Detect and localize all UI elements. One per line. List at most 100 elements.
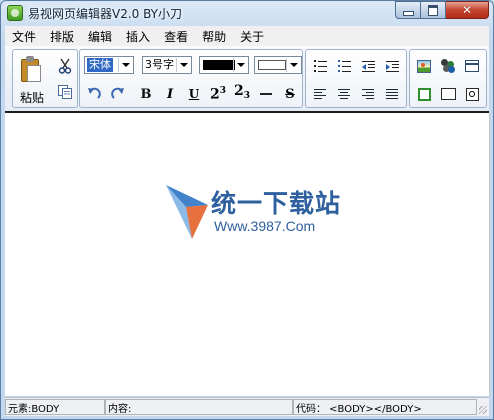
window-controls: ✕	[395, 1, 489, 20]
align-line	[366, 98, 374, 99]
clipboard-paper	[27, 65, 41, 82]
font-family-select[interactable]: 宋体	[84, 56, 134, 74]
align-line	[314, 95, 326, 96]
watermark-title: 统一下载站	[211, 189, 342, 218]
status-code: 代码： <BODY></BODY>	[293, 399, 477, 415]
indent-button[interactable]	[382, 56, 402, 76]
chevron-down-icon	[121, 63, 130, 67]
insert-image-icon	[417, 59, 431, 73]
align-line	[386, 89, 398, 90]
indent-line	[385, 60, 399, 62]
subscript-button[interactable]: 23	[232, 82, 252, 102]
font-family-dropdown-arrow	[118, 58, 132, 72]
superscript-base: 2	[209, 86, 220, 103]
paste-button-label[interactable]: 粘贴	[20, 89, 44, 106]
font-family-value: 宋体	[87, 58, 113, 72]
list-bullet	[337, 70, 340, 72]
clipboard-clip	[26, 56, 34, 62]
menu-view[interactable]: 查看	[157, 28, 195, 45]
redo-button[interactable]	[108, 84, 128, 104]
align-line	[362, 95, 374, 96]
indent-line	[361, 70, 375, 72]
cut-icon	[58, 58, 72, 74]
italic-button[interactable]: I	[160, 84, 180, 104]
horizontal-rule-icon	[260, 93, 272, 95]
back-color-dropdown-arrow	[286, 58, 300, 72]
menu-file[interactable]: 文件	[5, 28, 43, 45]
paragraph-group	[305, 49, 407, 108]
media-dot	[448, 66, 455, 73]
title-bar[interactable]: 易视网页编辑器V2.0 BY小刀 ✕	[1, 1, 493, 25]
align-center-button[interactable]	[334, 84, 354, 104]
list-number	[313, 65, 316, 67]
status-content: 内容:	[105, 399, 293, 415]
align-right-button[interactable]	[358, 84, 378, 104]
status-bar: 元素:BODY 内容: 代码： <BODY></BODY>	[5, 397, 489, 416]
insert-media-button[interactable]	[438, 56, 458, 76]
menu-edit[interactable]: 编辑	[81, 28, 119, 45]
numbered-list-button[interactable]	[310, 56, 330, 76]
close-icon: ✕	[461, 3, 473, 17]
align-line	[338, 89, 350, 90]
copy-button[interactable]	[55, 82, 75, 102]
strikethrough-button[interactable]: S	[280, 84, 300, 104]
list-line	[317, 60, 327, 62]
resize-grip-icon[interactable]	[479, 406, 487, 414]
undo-icon	[88, 87, 101, 99]
subscript-icon: 23	[234, 83, 250, 102]
editor-area[interactable]: 统一下载站 Www.3987.Com	[5, 113, 490, 396]
superscript-script: 3	[219, 85, 226, 96]
list-bullet	[337, 60, 340, 62]
outdent-button[interactable]	[358, 56, 378, 76]
align-line	[314, 89, 326, 90]
indent-icon	[385, 60, 399, 72]
bullet-list-icon	[337, 60, 351, 72]
menu-layout[interactable]: 排版	[43, 28, 81, 45]
list-number	[313, 70, 316, 72]
close-button[interactable]: ✕	[446, 1, 489, 19]
align-justify-button[interactable]	[382, 84, 402, 104]
chevron-down-icon	[179, 63, 188, 67]
insert-radio-button[interactable]	[462, 84, 482, 104]
menu-help[interactable]: 帮助	[195, 28, 233, 45]
align-line	[386, 92, 398, 93]
status-element: 元素:BODY	[5, 399, 105, 415]
cut-button[interactable]	[55, 56, 75, 76]
menu-about[interactable]: 关于	[233, 28, 271, 45]
bold-button[interactable]: B	[136, 84, 156, 104]
radio-dot	[469, 91, 475, 97]
horizontal-rule-button[interactable]	[256, 84, 276, 104]
insert-frame-button[interactable]	[414, 84, 434, 104]
align-left-icon	[314, 89, 326, 99]
insert-table-button[interactable]	[462, 56, 482, 76]
insert-textbox-button[interactable]	[438, 84, 458, 104]
indent-line	[367, 66, 375, 68]
insert-radio-icon	[465, 87, 479, 101]
list-line	[341, 60, 351, 62]
bold-icon: B	[140, 86, 152, 102]
list-line	[317, 70, 327, 72]
list-row	[337, 70, 351, 72]
font-size-select[interactable]: 3号字	[142, 56, 192, 74]
outdent-icon	[361, 60, 375, 72]
align-line	[314, 98, 322, 99]
back-color-select[interactable]	[254, 56, 302, 74]
indent-line	[361, 60, 375, 62]
underline-button[interactable]: U	[184, 84, 204, 104]
superscript-button[interactable]: 23	[208, 82, 228, 103]
paste-icon[interactable]	[21, 56, 43, 84]
maximize-button[interactable]	[421, 1, 446, 19]
fore-color-select[interactable]	[199, 56, 249, 74]
app-window: 易视网页编辑器V2.0 BY小刀 ✕ 文件 排版 编辑 插入 查看 帮助 关于 …	[0, 0, 494, 420]
minimize-icon	[402, 10, 414, 16]
menu-insert[interactable]: 插入	[119, 28, 157, 45]
indent-arrow	[385, 63, 390, 70]
font-format-group: 宋体 3号字 B I U 23 23 S	[79, 49, 303, 108]
indent-line	[367, 63, 375, 65]
align-left-button[interactable]	[310, 84, 330, 104]
minimize-button[interactable]	[395, 1, 421, 19]
insert-image-button[interactable]	[414, 56, 434, 76]
undo-button[interactable]	[84, 84, 104, 104]
app-icon[interactable]	[7, 5, 23, 21]
bullet-list-button[interactable]	[334, 56, 354, 76]
